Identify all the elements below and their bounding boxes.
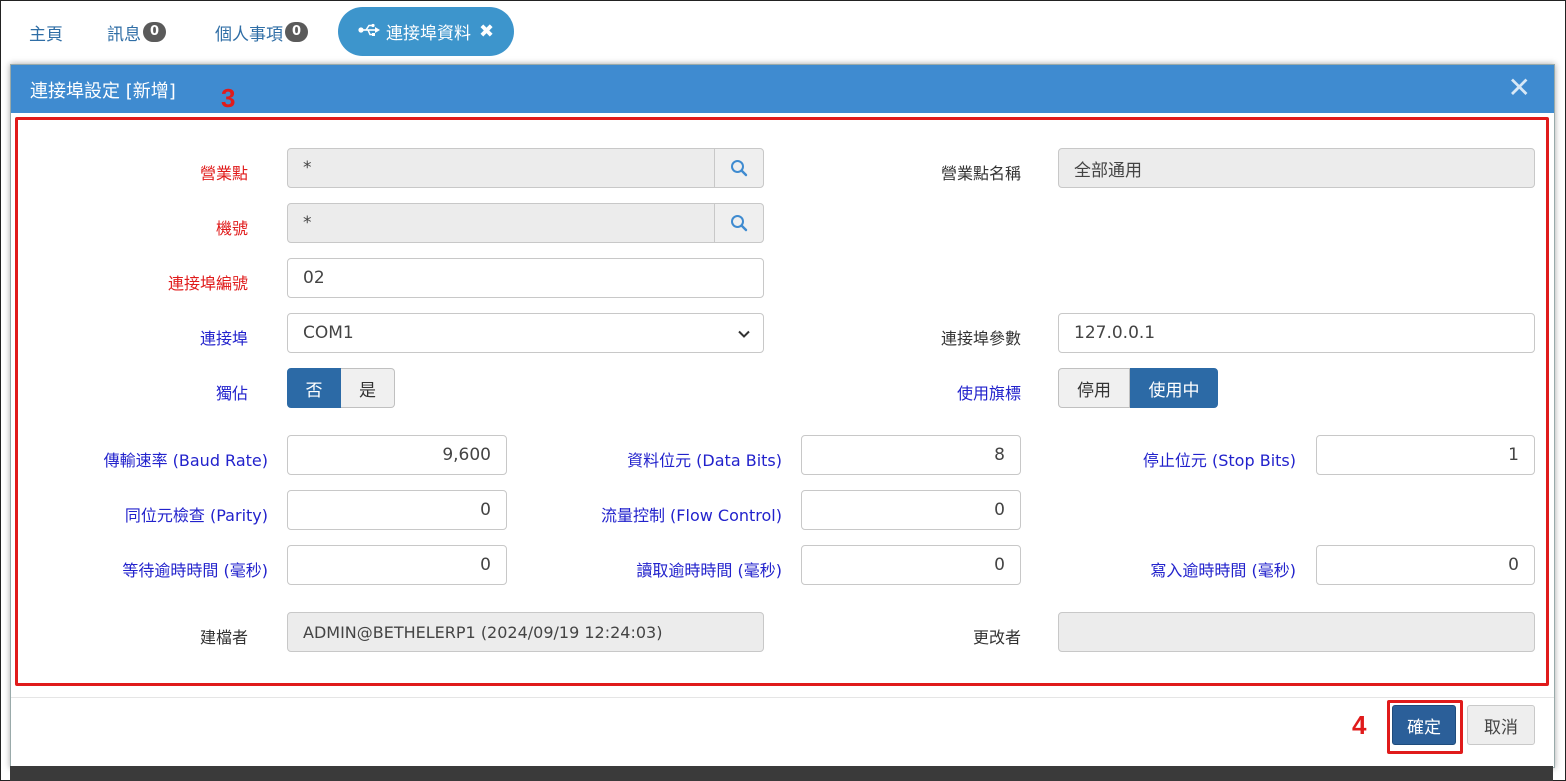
write-timeout-label: 寫入逾時時間 (毫秒)	[1150, 561, 1296, 580]
wait-timeout-input[interactable]: 0	[287, 545, 507, 585]
created-by-label: 建檔者	[199, 628, 248, 647]
site-label: 營業點	[199, 164, 248, 183]
flow-control-input[interactable]: 0	[801, 490, 1021, 530]
data-bits-label: 資料位元 (Data Bits)	[627, 451, 782, 470]
parity-value: 0	[480, 500, 491, 520]
port-no-label: 連接埠編號	[167, 274, 248, 293]
port-params-value: 127.0.0.1	[1074, 323, 1156, 343]
parity-input[interactable]: 0	[287, 490, 507, 530]
modal-close-icon[interactable]: ✕	[1508, 73, 1531, 103]
cancel-button[interactable]: 取消	[1467, 705, 1535, 745]
stop-bits-label: 停止位元 (Stop Bits)	[1142, 451, 1296, 470]
tab-home[interactable]: 主頁	[29, 0, 63, 64]
site-field[interactable]: *	[287, 148, 764, 188]
flow-control-label: 流量控制 (Flow Control)	[600, 506, 782, 525]
created-by-value: ADMIN@BETHELERP1 (2024/09/19 12:24:03)	[303, 622, 663, 642]
port-select-value: COM1	[303, 323, 354, 343]
port-no-value: 02	[303, 268, 325, 288]
tab-personal[interactable]: 個人事項 0	[215, 0, 309, 64]
wait-timeout-label: 等待逾時時間 (毫秒)	[122, 561, 268, 580]
port-select[interactable]: COM1	[287, 313, 764, 353]
usb-icon	[358, 22, 380, 41]
confirm-button[interactable]: 確定	[1392, 705, 1456, 745]
close-icon[interactable]: ✖	[479, 21, 494, 42]
active-flag-label: 使用旗標	[956, 384, 1021, 403]
port-no-input[interactable]: 02	[287, 258, 764, 298]
port-label: 連接埠	[199, 329, 248, 348]
tab-personal-label: 個人事項	[215, 24, 283, 45]
tab-port-data[interactable]: 連接埠資料 ✖	[338, 7, 514, 56]
bottom-shadow-band	[10, 766, 1553, 781]
site-name-field: 全部通用	[1058, 148, 1535, 188]
stop-bits-input[interactable]: 1	[1316, 435, 1535, 475]
data-bits-input[interactable]: 8	[801, 435, 1021, 475]
tab-port-data-label: 連接埠資料	[385, 24, 471, 44]
exclusive-toggle: 否 是	[287, 368, 395, 408]
footer-divider	[11, 697, 1554, 698]
created-by-field: ADMIN@BETHELERP1 (2024/09/19 12:24:03)	[287, 612, 764, 652]
site-value: *	[303, 158, 312, 178]
read-timeout-input[interactable]: 0	[801, 545, 1021, 585]
baud-rate-label: 傳輸速率 (Baud Rate)	[103, 451, 268, 470]
read-timeout-value: 0	[994, 555, 1005, 575]
tab-messages[interactable]: 訊息 0	[107, 0, 167, 64]
data-bits-value: 8	[994, 445, 1005, 465]
flow-control-value: 0	[994, 500, 1005, 520]
port-params-label: 連接埠參數	[940, 329, 1021, 348]
machine-search-icon[interactable]	[714, 204, 763, 242]
personal-count-badge: 0	[285, 22, 309, 42]
chevron-down-icon	[737, 326, 751, 346]
read-timeout-label: 讀取逾時時間 (毫秒)	[636, 561, 782, 580]
exclusive-label: 獨佔	[215, 384, 248, 403]
port-params-input[interactable]: 127.0.0.1	[1058, 313, 1535, 353]
baud-rate-input[interactable]: 9,600	[287, 435, 507, 475]
modal-title: 連接埠設定 [新增]	[30, 81, 176, 102]
callout-number-4: 4	[1352, 710, 1367, 740]
site-name-value: 全部通用	[1074, 160, 1142, 181]
active-flag-inuse-button[interactable]: 使用中	[1130, 368, 1218, 408]
active-flag-disabled-button[interactable]: 停用	[1058, 368, 1130, 408]
tab-home-label: 主頁	[29, 24, 63, 45]
modified-by-label: 更改者	[972, 628, 1021, 647]
site-search-icon[interactable]	[714, 149, 763, 187]
machine-field[interactable]: *	[287, 203, 764, 243]
exclusive-yes-button[interactable]: 是	[341, 368, 395, 408]
parity-label: 同位元檢查 (Parity)	[124, 506, 268, 525]
baud-rate-value: 9,600	[442, 445, 491, 465]
machine-label: 機號	[215, 219, 248, 238]
exclusive-no-button[interactable]: 否	[287, 368, 341, 408]
messages-count-badge: 0	[143, 22, 167, 42]
port-settings-modal: 連接埠設定 [新增] ✕ 3 營業點 * 營業點名稱 全部通用 機號 * 連接埠…	[10, 64, 1555, 768]
modal-header: 連接埠設定 [新增] ✕	[11, 65, 1554, 113]
stop-bits-value: 1	[1508, 445, 1519, 465]
callout-number-3: 3	[221, 83, 236, 113]
modified-by-field	[1058, 612, 1535, 652]
wait-timeout-value: 0	[480, 555, 491, 575]
active-flag-toggle: 停用 使用中	[1058, 368, 1218, 408]
write-timeout-input[interactable]: 0	[1316, 545, 1535, 585]
write-timeout-value: 0	[1508, 555, 1519, 575]
tab-messages-label: 訊息	[107, 24, 141, 45]
tab-bar: 主頁 訊息 0 個人事項 0 連接埠資料 ✖	[0, 0, 1566, 64]
site-name-label: 營業點名稱	[940, 164, 1021, 183]
machine-value: *	[303, 213, 312, 233]
